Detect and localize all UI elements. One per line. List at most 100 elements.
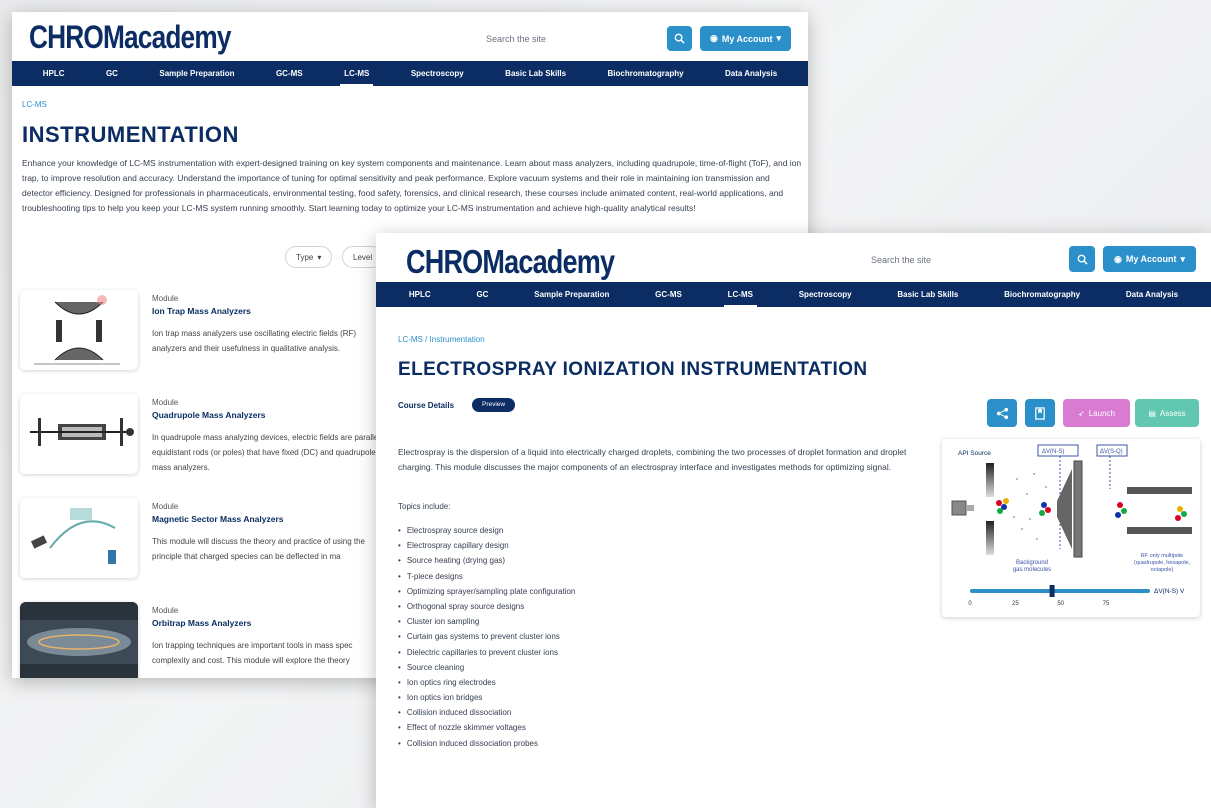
search-icon	[1077, 254, 1088, 265]
course-intro: Electrospray is the dispersion of a liqu…	[398, 447, 907, 472]
nav-spectroscopy[interactable]: Spectroscopy	[411, 69, 464, 78]
search-icon	[674, 33, 685, 44]
module-title[interactable]: Ion Trap Mass Analyzers	[152, 306, 251, 316]
topic-item: Optimizing sprayer/sampling plate config…	[398, 584, 576, 599]
course-details-label: Course Details	[398, 401, 455, 410]
nav-biochromatography[interactable]: Biochromatography	[1004, 290, 1080, 299]
search-button[interactable]	[667, 26, 692, 51]
module-description: Ion trap mass analyzers use oscillating …	[152, 329, 357, 353]
nav-lc-ms[interactable]: LC-MS	[340, 69, 374, 86]
site-header: CHROMacademy Search the site ◉ My Accoun…	[12, 12, 808, 61]
main-nav: HPLC GC Sample Preparation GC-MS LC-MS S…	[376, 282, 1211, 307]
nav-spectroscopy[interactable]: Spectroscopy	[799, 290, 852, 299]
voltage-slider-track	[970, 589, 1150, 593]
page-title: INSTRUMENTATION	[22, 122, 239, 147]
topics-heading: Topics include:	[398, 502, 451, 511]
nav-data-analysis[interactable]: Data Analysis	[1126, 290, 1178, 299]
topic-item: Source cleaning	[398, 660, 575, 675]
nav-gc[interactable]: GC	[476, 290, 488, 299]
slider-tick-label: 0	[968, 601, 972, 607]
account-button[interactable]: ◉ My Account ▾	[700, 26, 791, 51]
foreground-window: CHROMacademy Search the site ◉ My Accoun…	[376, 233, 1211, 808]
topic-item: Ion optics ring electrodes	[398, 675, 575, 690]
module-title[interactable]: Magnetic Sector Mass Analyzers	[152, 514, 283, 524]
nav-sample-preparation[interactable]: Sample Preparation	[159, 69, 234, 78]
module-title[interactable]: Quadrupole Mass Analyzers	[152, 410, 266, 420]
dv2-label: ΔV(S-Q)	[1100, 449, 1123, 455]
magnetic-sector-thumbnail	[20, 498, 138, 578]
search-input[interactable]: Search the site	[871, 255, 931, 265]
slider-tick-label: 50	[1057, 601, 1064, 607]
nav-lc-ms[interactable]: LC-MS	[723, 290, 758, 307]
nav-gc-ms[interactable]: GC-MS	[276, 69, 303, 78]
rf-label-2: (quadrupole, hexapole,	[1134, 560, 1191, 566]
orbitrap-thumbnail	[20, 602, 138, 678]
account-label: My Account	[721, 33, 773, 44]
slider-tick-label: 75	[1103, 601, 1110, 607]
background-label-2: gas molecules	[1013, 567, 1051, 573]
nav-gc[interactable]: GC	[106, 69, 118, 78]
filter-type[interactable]: Type ▾	[285, 246, 333, 268]
rf-label-3: octapole)	[1151, 567, 1174, 573]
topic-item: Collision induced dissociation probes	[398, 736, 575, 751]
nav-basic-lab-skills[interactable]: Basic Lab Skills	[505, 69, 566, 78]
assess-button[interactable]: ▤ Assess	[1135, 399, 1199, 427]
esi-diagram[interactable]: API Source ΔV(N-S) ΔV(S-Q) Background ga…	[942, 439, 1200, 617]
nav-hplc[interactable]: HPLC	[409, 290, 431, 299]
module-description: In quadrupole mass analyzing devices, el…	[152, 433, 381, 472]
module-description: Ion trapping techniques are important to…	[152, 641, 353, 665]
chevron-down-icon: ▾	[776, 33, 782, 43]
bookmark-button[interactable]	[1025, 399, 1055, 427]
topic-item: Effect of nozzle skimmer voltages	[398, 720, 575, 735]
quadrupole-thumbnail	[20, 394, 138, 474]
user-circle-icon: ◉	[1113, 253, 1122, 264]
nav-data-analysis[interactable]: Data Analysis	[725, 69, 777, 78]
module-kind: Module	[152, 502, 179, 511]
module-title[interactable]: Orbitrap Mass Analyzers	[152, 618, 251, 628]
topic-item: Collision induced dissociation	[398, 705, 575, 720]
topic-item: Electrospray capillary design	[398, 538, 575, 553]
assess-label: Assess	[1159, 408, 1186, 418]
site-header: CHROMacademy Search the site ◉ My Accoun…	[376, 233, 1211, 282]
ion-trap-thumbnail	[20, 290, 138, 370]
nav-biochromatography[interactable]: Biochromatography	[608, 69, 684, 78]
search-button[interactable]	[1069, 246, 1095, 272]
search-input[interactable]: Search the site	[486, 34, 546, 44]
main-nav: HPLC GC Sample Preparation GC-MS LC-MS S…	[12, 61, 808, 86]
topic-item: Source heating (drying gas)	[398, 553, 575, 568]
rocket-icon: ➶	[1078, 408, 1085, 418]
page-title: ELECTROSPRAY IONIZATION INSTRUMENTATION	[398, 359, 868, 380]
module-kind: Module	[152, 398, 179, 407]
module-description: This module will discuss the theory and …	[152, 537, 365, 561]
background-label-1: Background	[1016, 560, 1048, 566]
launch-label: Launch	[1088, 408, 1115, 418]
site-logo[interactable]: CHROMacademy	[406, 243, 615, 281]
clipboard-icon: ▤	[1148, 408, 1156, 418]
launch-button[interactable]: ➶ Launch	[1063, 399, 1130, 427]
site-logo[interactable]: CHROMacademy	[29, 19, 231, 56]
topic-item: Cluster ion sampling	[398, 614, 575, 629]
nav-basic-lab-skills[interactable]: Basic Lab Skills	[897, 290, 958, 299]
topic-item: Electrospray source design	[398, 523, 575, 538]
share-button[interactable]	[987, 399, 1017, 427]
topic-item: Orthogonal spray source designs	[398, 599, 575, 614]
topic-item: Dielectric capillaries to prevent cluste…	[398, 645, 575, 660]
breadcrumb[interactable]: LC-MS	[22, 100, 47, 109]
module-kind: Module	[152, 294, 179, 303]
dv1-label: ΔV(N-S)	[1042, 449, 1064, 455]
nav-hplc[interactable]: HPLC	[43, 69, 65, 78]
chevron-down-icon: ▾	[317, 252, 322, 262]
slider-tick-label: 25	[1012, 601, 1019, 607]
chevron-down-icon: ▾	[1180, 253, 1186, 264]
page-description: Enhance your knowledge of LC-MS instrume…	[22, 158, 802, 213]
account-label: My Account	[1125, 254, 1177, 264]
bookmark-icon	[1035, 406, 1045, 420]
filter-level-label: Level	[353, 252, 373, 262]
account-button[interactable]: ◉ My Account ▾	[1103, 246, 1196, 272]
breadcrumb[interactable]: LC-MS / Instrumentation	[398, 335, 485, 344]
nav-sample-preparation[interactable]: Sample Preparation	[534, 290, 609, 299]
topics-list: Electrospray source design Electrospray …	[398, 523, 576, 751]
preview-badge: Preview	[472, 398, 516, 412]
filter-type-label: Type	[296, 252, 314, 262]
nav-gc-ms[interactable]: GC-MS	[655, 290, 682, 299]
